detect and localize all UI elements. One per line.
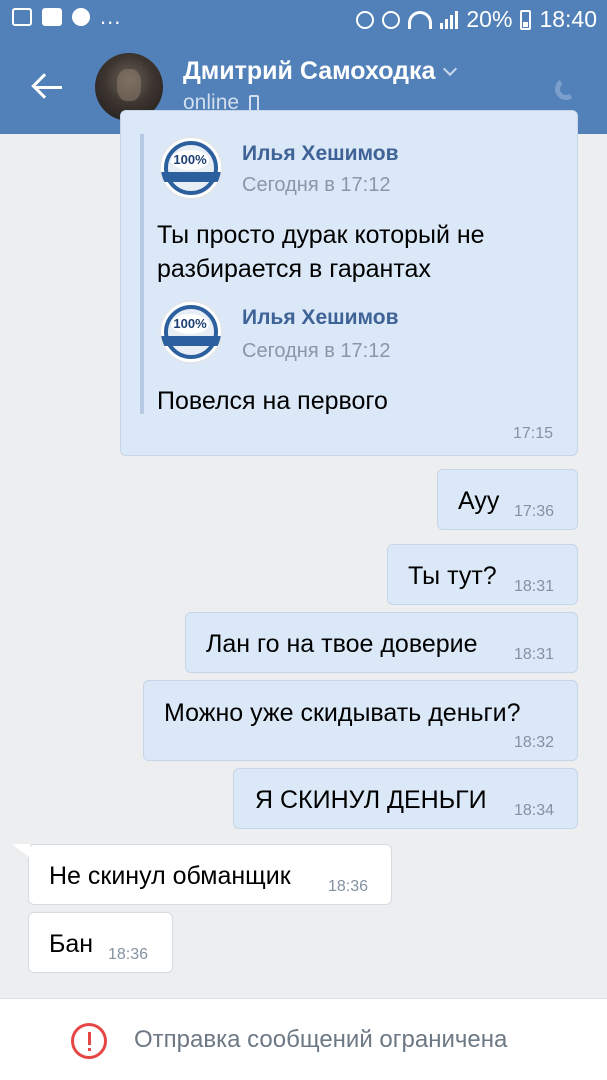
- alarm-icon: [382, 10, 401, 29]
- message-time: 17:36: [514, 503, 555, 520]
- forward-indicator-line: [140, 134, 144, 414]
- chevron-down-icon: [443, 61, 458, 76]
- bubble-tail: [12, 844, 30, 858]
- message-time: 18:31: [514, 646, 555, 663]
- message-time: 18:36: [328, 878, 369, 895]
- message-time: 17:15: [513, 425, 554, 442]
- message-text: Лан го на твое доверие: [206, 630, 478, 658]
- message-text: Ауу: [458, 487, 500, 515]
- forwarded-author-avatar[interactable]: 100%: [159, 300, 223, 364]
- phone-icon: [553, 76, 579, 102]
- forwarded-author-name[interactable]: Илья Хешимов: [242, 306, 399, 330]
- battery-icon: [520, 9, 532, 30]
- wifi-icon: [408, 10, 433, 29]
- seal-label: 100%: [171, 314, 209, 334]
- message-text: Бан: [49, 930, 94, 958]
- chat-icon: [72, 8, 90, 26]
- message-time: 18:36: [108, 946, 149, 963]
- clock: 18:40: [539, 6, 597, 32]
- warning-icon: [71, 1023, 107, 1059]
- message-time: 18:31: [514, 578, 555, 595]
- message-time: 18:34: [514, 802, 555, 819]
- forwarded-author-avatar[interactable]: 100%: [159, 136, 223, 200]
- restriction-notice: Отправка сообщений ограничена: [134, 1026, 508, 1053]
- message-text: Не скинул обманщик: [49, 862, 291, 890]
- mute-icon: [356, 10, 375, 29]
- message-icon: [42, 8, 62, 26]
- call-button[interactable]: [551, 74, 583, 104]
- battery-percent: 20%: [466, 6, 513, 32]
- forwarded-text: Ты просто дурак который не разбирается в…: [157, 221, 485, 283]
- forwarded-author-name[interactable]: Илья Хешимов: [242, 142, 399, 166]
- notification-icons: ...: [12, 4, 122, 29]
- gallery-icon: [12, 8, 32, 26]
- message-text: Я СКИНУЛ ДЕНЬГИ: [255, 786, 487, 814]
- message-time: 18:32: [514, 734, 555, 751]
- messaging-restricted-bar: Отправка сообщений ограничена: [0, 998, 607, 1080]
- forwarded-date: Сегодня в 17:12: [242, 340, 391, 362]
- message-text: Ты тут?: [408, 562, 497, 590]
- signal-icon: [440, 10, 459, 29]
- system-icons: 20% 18:40: [356, 6, 597, 33]
- forwarded-text: Повелся на первого: [157, 387, 388, 415]
- status-bar: ... 20% 18:40: [0, 0, 607, 40]
- message-text: Можно уже скидывать деньги?: [164, 699, 521, 727]
- contact-name[interactable]: Дмитрий Самоходка: [183, 57, 458, 86]
- back-button[interactable]: [28, 70, 68, 106]
- more-notifications: ...: [100, 4, 122, 29]
- seal-label: 100%: [171, 150, 209, 170]
- mobile-icon: [249, 94, 260, 112]
- forwarded-date: Сегодня в 17:12: [242, 174, 391, 196]
- contact-name-text: Дмитрий Самоходка: [183, 57, 436, 85]
